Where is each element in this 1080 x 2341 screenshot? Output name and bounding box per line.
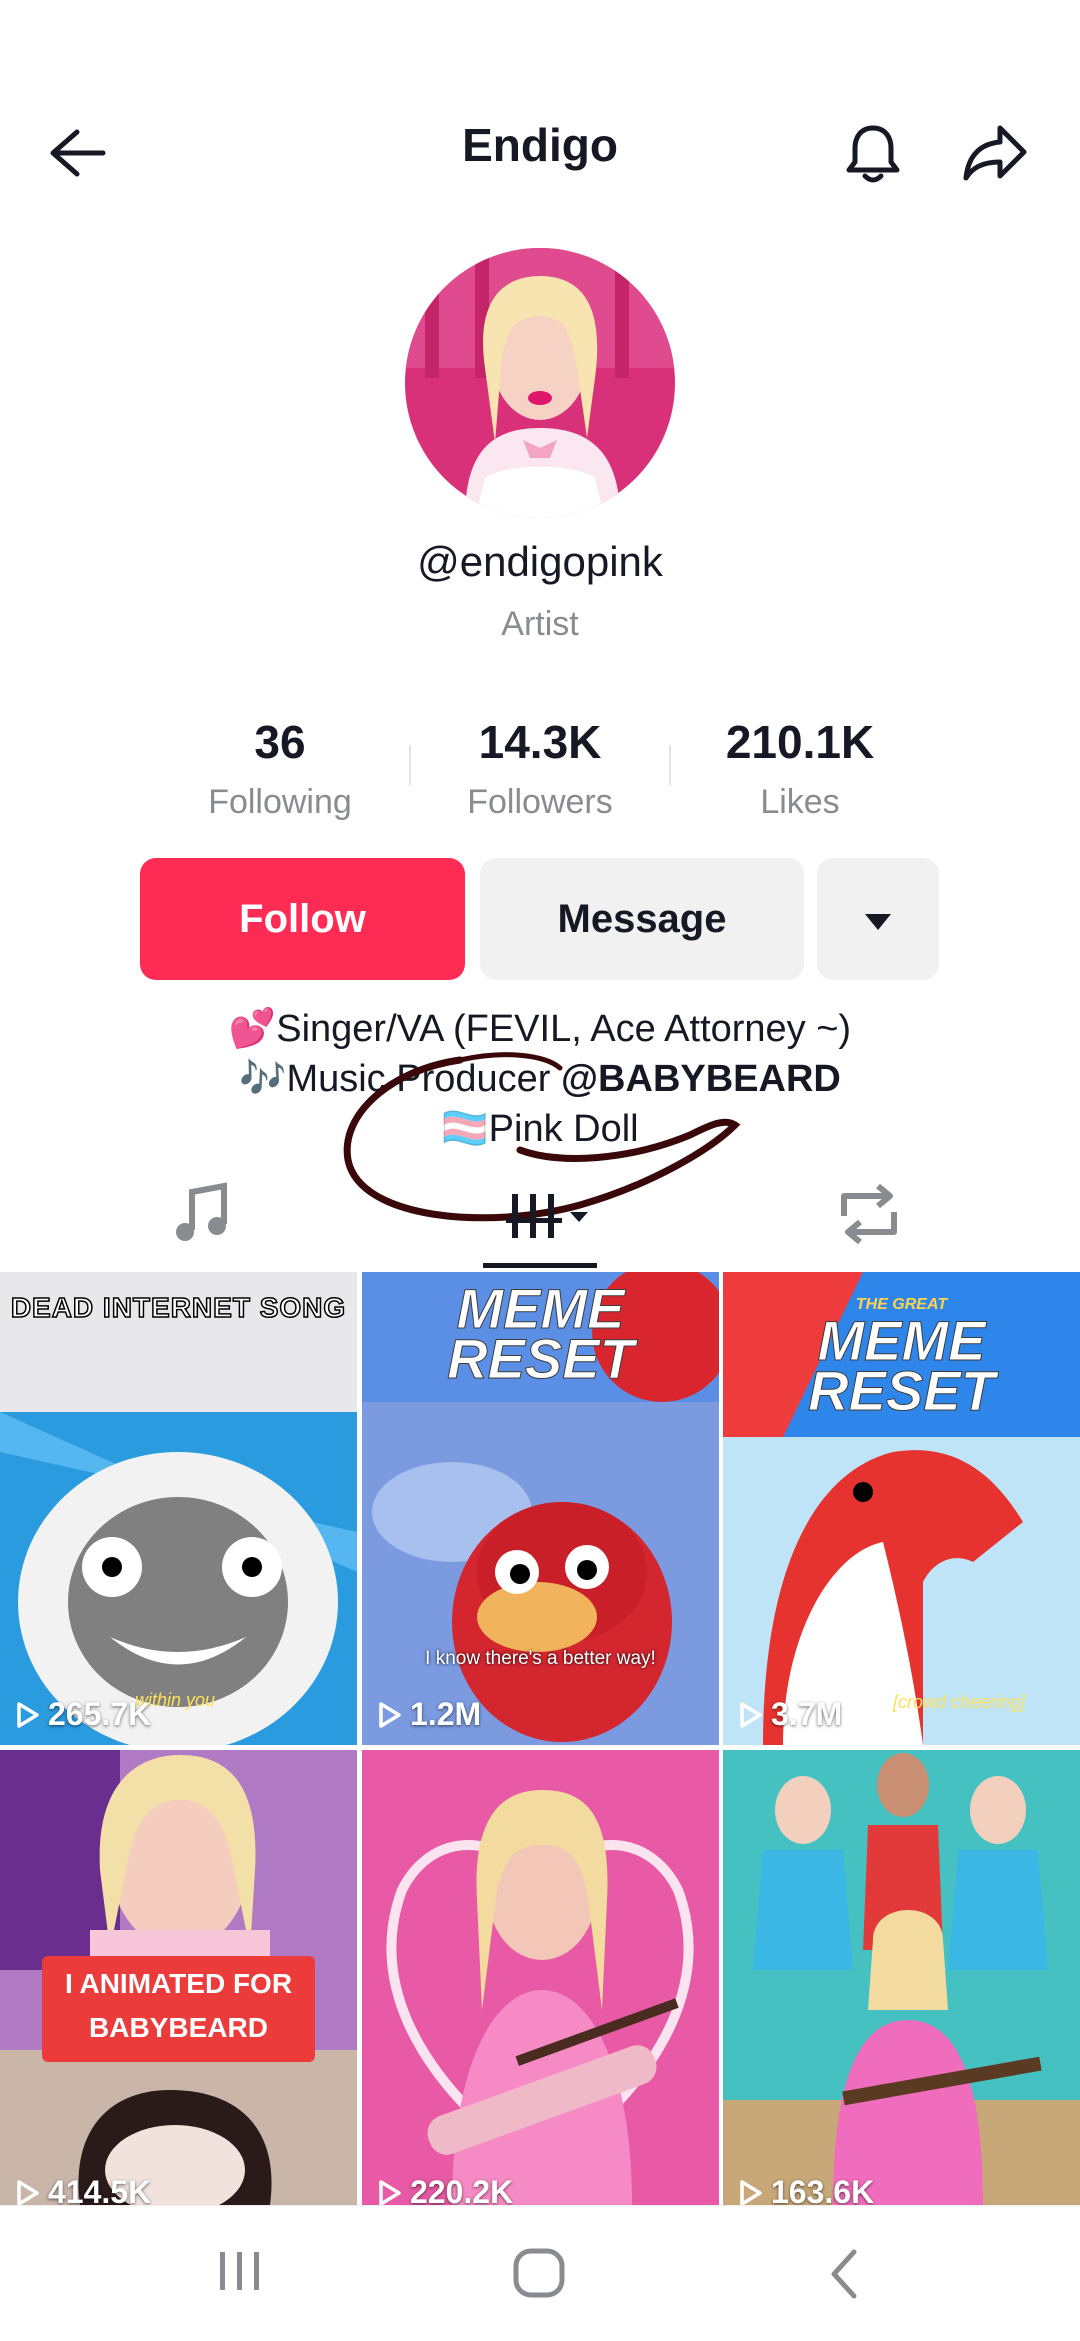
system-back-icon[interactable] [820,2246,870,2307]
profile-handle: @endigopink [417,538,663,585]
grid-icon [506,1194,596,1252]
video-thumbnail[interactable]: THE GREAT MEME RESET [crowd cheering] 3.… [723,1272,1080,1745]
tab-music[interactable] [170,1182,234,1251]
play-icon [740,1701,762,1728]
video-thumbnail[interactable]: I ANIMATED FOR BABYBEARD 414.5K [0,1750,357,2223]
following-label: Following [208,783,352,821]
likes-count: 210.1K [725,716,875,768]
view-count: 3.7M [739,1696,842,1733]
thumbnail-caption: I know there's a better way! [425,1648,656,1669]
play-icon [17,2179,39,2206]
page-title: Endigo [462,119,618,171]
avatar[interactable] [405,248,675,518]
thumbnail-title: DEAD INTERNET SONG [10,1291,347,1324]
play-icon [379,1701,401,1728]
follow-button[interactable]: Follow [140,858,465,980]
followers-label: Followers [467,783,613,821]
play-icon [17,1701,39,1728]
followers-count: 14.3K [478,716,602,768]
caret-down-icon [863,897,893,942]
home-icon[interactable] [510,2246,570,2307]
message-button[interactable]: Message [480,858,804,980]
active-tab-indicator [483,1263,597,1268]
overlay-line-2: BABYBEARD [89,2012,268,2043]
likes-label: Likes [760,783,840,821]
view-count: 265.7K [16,1696,151,1733]
profile-tabs [0,1160,1080,1270]
view-count-text: 3.7M [771,1696,843,1732]
video-thumbnail[interactable]: 163.6K [723,1750,1080,2223]
video-thumbnail[interactable]: 220.2K [362,1750,719,2223]
view-count-text: 265.7K [48,1696,152,1732]
stat-likes: 210.1K Likes [670,715,930,822]
tab-reposts[interactable] [834,1182,904,1251]
play-icon [740,2179,762,2206]
bell-icon[interactable] [828,108,918,198]
thumbnail-overlay: I ANIMATED FOR BABYBEARD [42,1956,315,2062]
recent-apps-icon[interactable] [210,2246,270,2301]
stat-followers[interactable]: 14.3K Followers [410,715,670,822]
video-thumbnail[interactable]: DEAD INTERNET SONG within you 265.7K [0,1272,357,1745]
stat-following[interactable]: 36 Following [150,715,410,822]
system-navigation-bar [0,2205,1080,2341]
video-thumbnail[interactable]: MEME RESET I know there's a better way! … [362,1272,719,1745]
thumbnail-title: MEME RESET [808,1309,996,1422]
suggested-accounts-button[interactable] [817,858,939,980]
share-icon[interactable] [950,108,1040,198]
tab-videos[interactable] [506,1188,596,1253]
thumbnail-title: MEME RESET [447,1277,635,1390]
repost-icon [834,1183,904,1250]
play-icon [379,2179,401,2206]
overlay-line-1: I ANIMATED FOR [64,1968,293,1999]
following-count: 36 [254,716,306,768]
top-bar: Endigo [0,0,1080,240]
music-note-icon [170,1182,234,1250]
view-count: 1.2M [378,1696,481,1733]
view-count-text: 1.2M [410,1696,482,1732]
thumbnail-caption: [crowd cheering] [893,1692,1026,1712]
profile-role: Artist [501,605,579,643]
